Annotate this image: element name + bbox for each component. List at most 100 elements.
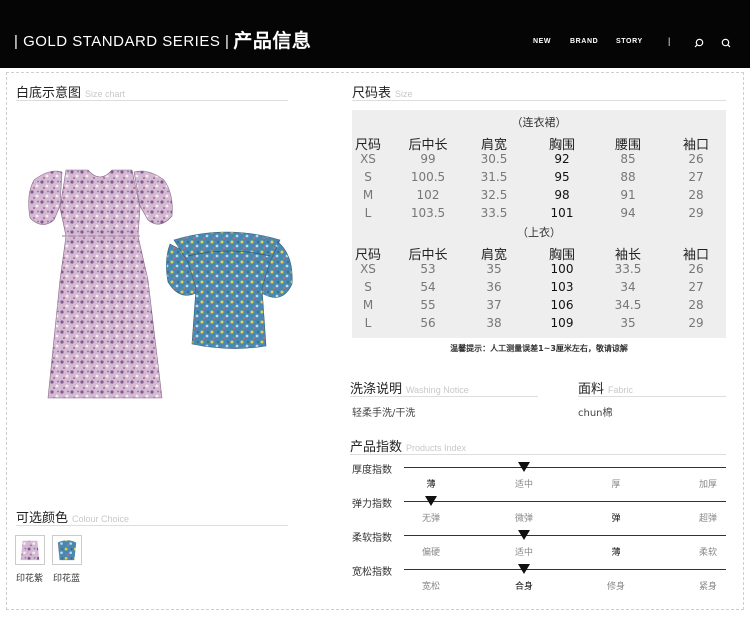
index-option: 宽松: [421, 582, 441, 592]
index-label: 厚度指数: [352, 465, 392, 476]
index-option: 加厚: [698, 480, 718, 490]
group-title-dress: （连衣裙）: [511, 116, 567, 129]
index-option: 弹: [611, 514, 621, 524]
nav-new[interactable]: NEW: [533, 38, 551, 45]
table-row: S 54 36 103 34 27: [352, 280, 726, 298]
nav-divider: |: [668, 36, 671, 46]
index-option: 柔软: [698, 548, 718, 558]
fabric-text: chun棉: [578, 408, 613, 419]
washing-section-title: 洗涤说明 Washing Notice: [350, 378, 469, 397]
table-cell: 88: [620, 170, 636, 184]
index-option: 薄: [426, 480, 436, 490]
swatch-purple-image: [18, 538, 42, 562]
table-cell: 36: [486, 280, 502, 294]
table-cell: 38: [486, 316, 502, 330]
size-title-zh: 尺码表: [352, 86, 392, 101]
table-cell: 99: [420, 152, 436, 166]
table-cell: 53: [420, 262, 436, 276]
washing-text: 轻柔手洗/干洗: [352, 408, 416, 419]
colour-section-title: 可选颜色 Colour Choice: [16, 507, 129, 526]
table-header-cell: 胸围: [548, 138, 575, 153]
table-cell: 37: [486, 298, 502, 312]
table-cell: 34.5: [614, 298, 642, 312]
table-header-cell: 肩宽: [480, 248, 507, 263]
index-marker-icon: [518, 564, 530, 574]
colour-name-purple: 印花紫: [16, 574, 44, 584]
measurement-note: 温馨提示：人工测量误差1~3厘米左右，敬请谅解: [450, 344, 628, 353]
table-header-row: 尺码 后中长 肩宽 胸围 腰围 袖口: [352, 134, 726, 153]
table-header-cell: 袖口: [682, 138, 709, 153]
size-section-title: 尺码表 Size: [352, 82, 413, 101]
table-cell: 103.5: [410, 206, 446, 220]
index-option: 微弹: [514, 514, 534, 524]
top-nav: NEW BRAND STORY |: [530, 36, 750, 50]
index-option: 厚: [611, 480, 621, 490]
index-scale-line: [404, 535, 726, 536]
picture-title-zh: 白底示意图: [16, 86, 82, 101]
index-section-title: 产品指数 Products Index: [350, 436, 466, 455]
index-option: 适中: [514, 480, 534, 490]
table-row: S 100.5 31.5 95 88 27: [352, 170, 726, 188]
table-cell: 109: [550, 316, 574, 330]
size-title-en: Size: [395, 89, 413, 99]
table-cell: 32.5: [480, 188, 508, 202]
nav-brand[interactable]: BRAND: [570, 38, 598, 45]
table-cell: 27: [688, 280, 704, 294]
search-icon[interactable]: [721, 38, 731, 48]
index-label: 宽松指数: [352, 567, 392, 578]
table-cell: 85: [620, 152, 636, 166]
divider: [350, 396, 538, 397]
colour-swatch-blue[interactable]: [52, 535, 82, 565]
table-cell: 26: [688, 152, 704, 166]
table-row: XS 53 35 100 33.5 26: [352, 262, 726, 280]
fabric-title-zh: 面料: [578, 382, 605, 397]
index-option: 薄: [611, 548, 621, 558]
colour-title-zh: 可选颜色: [16, 511, 69, 526]
table-cell: 101: [550, 206, 574, 220]
group-title-top: （上衣）: [517, 226, 561, 239]
index-option: 适中: [514, 548, 534, 558]
washing-title-en: Washing Notice: [406, 385, 469, 395]
search-icon[interactable]: [694, 38, 704, 48]
table-row: M 55 37 106 34.5 28: [352, 298, 726, 316]
table-cell: 106: [550, 298, 574, 312]
table-cell: 30.5: [480, 152, 508, 166]
size-table: （连衣裙） （上衣） 尺码 后中长 肩宽 胸围 腰围 袖口 XS 99 30.5 92 85 26 S 1…: [352, 110, 726, 338]
table-cell: 102: [416, 188, 440, 202]
table-cell: 34: [620, 280, 636, 294]
table-cell: 56: [420, 316, 436, 330]
table-header-cell: 后中长: [408, 248, 448, 263]
index-option: 修身: [606, 582, 626, 592]
index-option: 合身: [514, 582, 534, 592]
index-title-en: Products Index: [406, 443, 467, 453]
table-cell: 94: [620, 206, 636, 220]
table-header-cell: 袖长: [614, 248, 641, 263]
index-marker-icon: [518, 462, 530, 472]
table-cell: 35: [620, 316, 636, 330]
picture-section-title: 白底示意图 Size chart: [16, 82, 125, 101]
table-header-cell: 后中长: [408, 138, 448, 153]
table-cell: 54: [420, 280, 436, 294]
colour-name-blue: 印花蓝: [53, 574, 81, 584]
table-cell: 35: [486, 262, 502, 276]
table-cell: 29: [688, 316, 704, 330]
page-title: 产品信息: [233, 30, 312, 52]
index-scale-line: [404, 467, 726, 468]
divider: [578, 396, 726, 397]
table-cell: 103: [550, 280, 574, 294]
table-cell: 92: [554, 152, 570, 166]
table-header-cell: 腰围: [614, 138, 641, 153]
table-cell: 55: [420, 298, 436, 312]
divider: [352, 100, 726, 101]
index-option: 无弹: [421, 514, 441, 524]
index-scale-line: [404, 569, 726, 570]
series-label: | GOLD STANDARD SERIES |: [14, 33, 230, 50]
table-cell: 28: [688, 188, 704, 202]
colour-swatch-purple[interactable]: [15, 535, 45, 565]
series-title: | GOLD STANDARD SERIES | 产品信息: [14, 25, 311, 52]
product-image: [28, 169, 293, 399]
divider: [16, 525, 288, 526]
picture-title-en: Size chart: [85, 89, 126, 99]
table-cell: 29: [688, 206, 704, 220]
nav-story[interactable]: STORY: [616, 38, 643, 45]
